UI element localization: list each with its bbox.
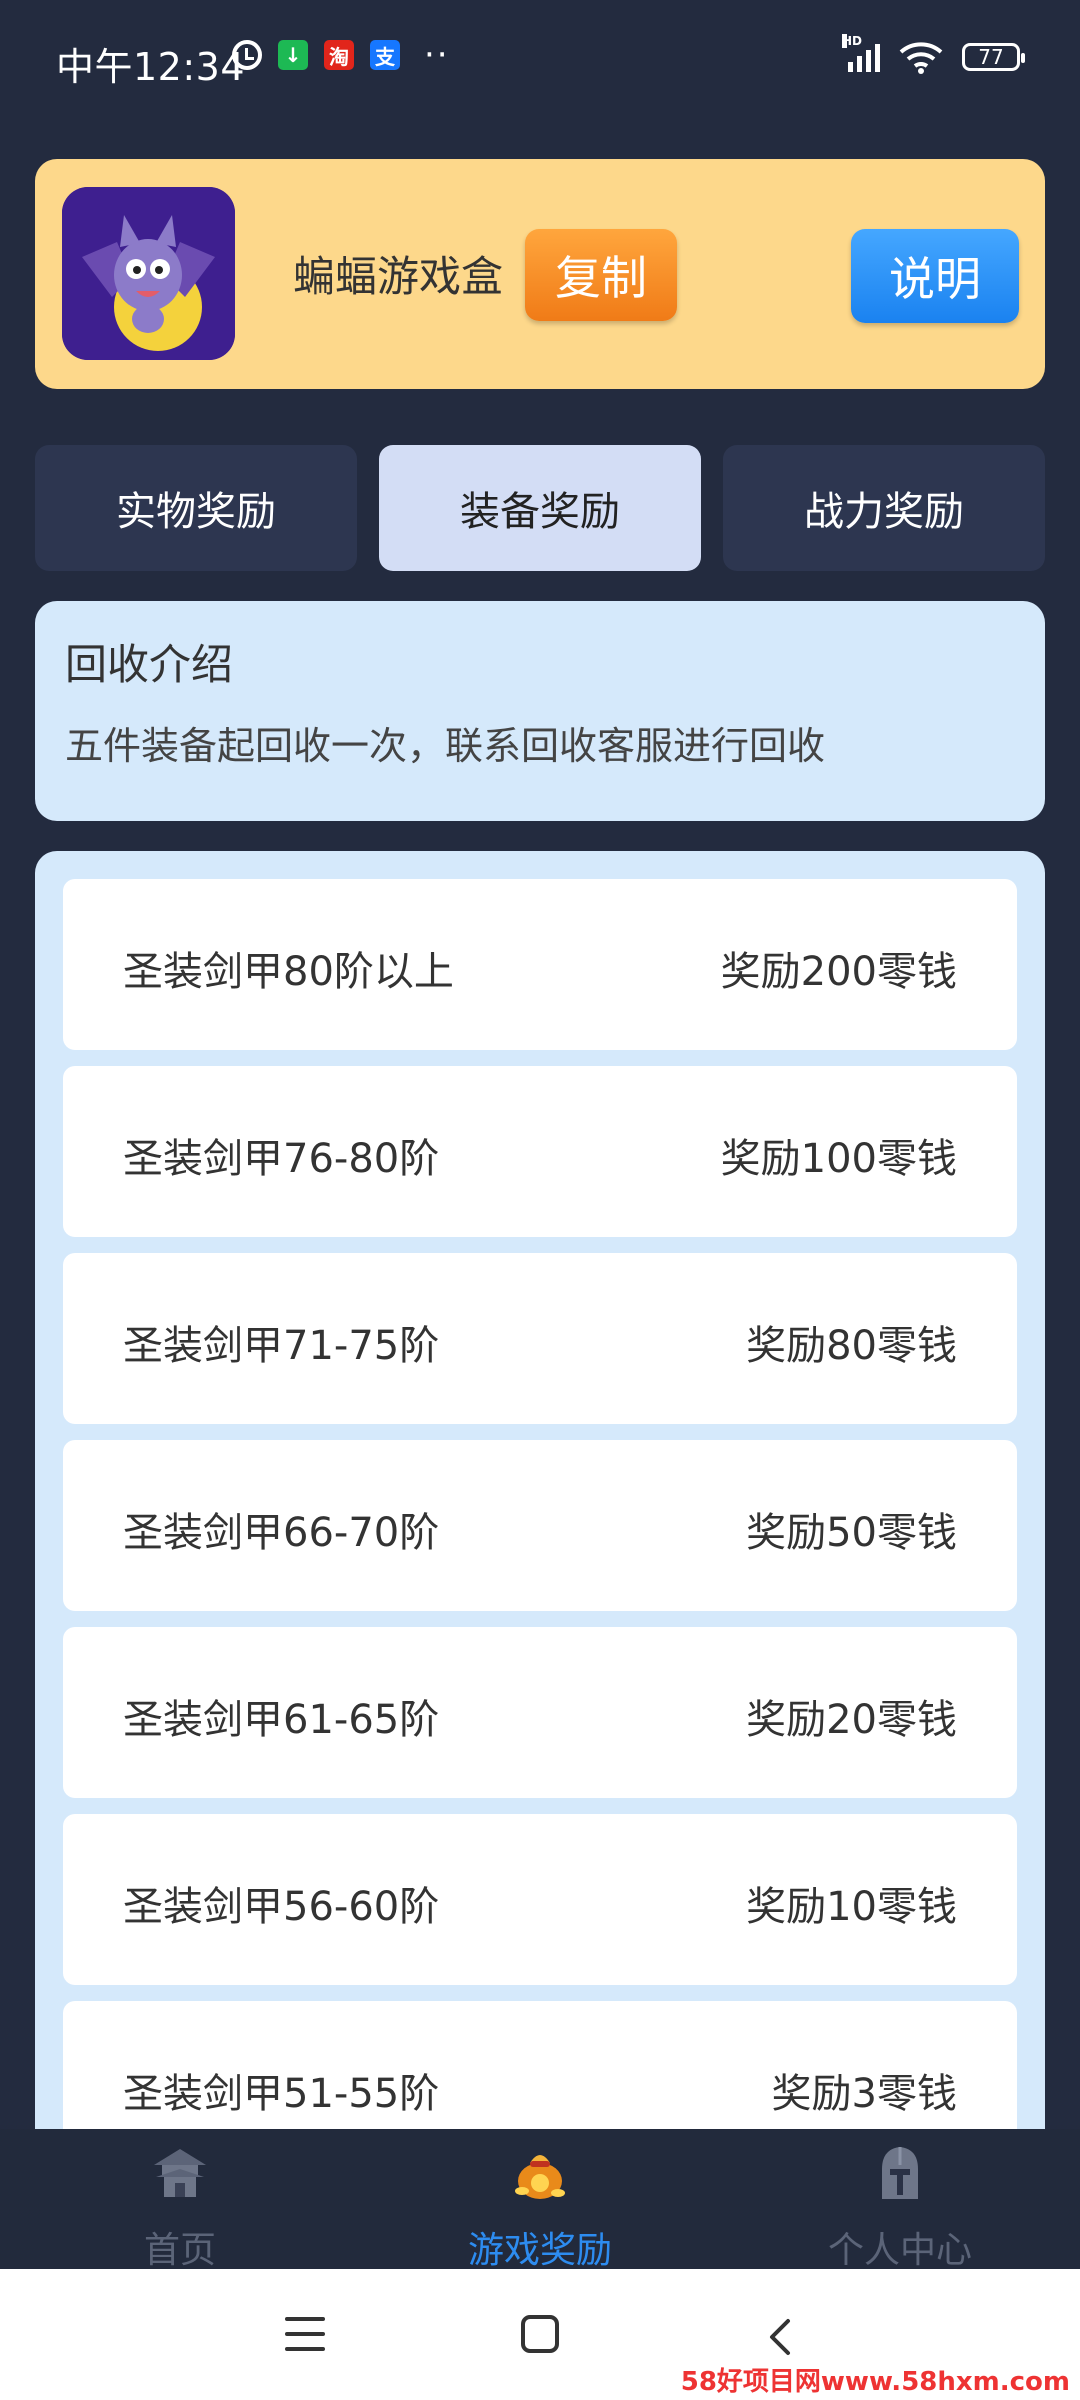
alarm-icon [232, 40, 262, 70]
reward-name: 圣装剑甲61-65阶 [123, 1697, 440, 1743]
helmet-icon [882, 2147, 918, 2199]
nav-profile[interactable]: 个人中心 [720, 2129, 1080, 2271]
bottom-nav: 首页 游戏奖励 个人中心 [0, 2129, 1080, 2271]
reward-row[interactable]: 圣装剑甲66-70阶 奖励50零钱 [63, 1440, 1017, 1611]
nav-profile-label: 个人中心 [827, 2230, 972, 2271]
back-icon[interactable] [762, 2317, 802, 2357]
nav-game-rewards-label: 游戏奖励 [467, 2230, 612, 2271]
reward-name: 圣装剑甲51-55阶 [123, 2071, 440, 2117]
reward-row[interactable]: 圣装剑甲80阶以上 奖励200零钱 [63, 879, 1017, 1050]
reward-value: 奖励100零钱 [720, 1136, 957, 1182]
reward-name: 圣装剑甲66-70阶 [123, 1510, 440, 1556]
reward-row[interactable]: 圣装剑甲61-65阶 奖励20零钱 [63, 1627, 1017, 1798]
download-icon: ↓ [278, 40, 308, 70]
nav-home-label: 首页 [143, 2230, 216, 2271]
intro-text: 五件装备起回收一次，联系回收客服进行回收 [65, 724, 826, 768]
reward-row[interactable]: 圣装剑甲76-80阶 奖励100零钱 [63, 1066, 1017, 1237]
reward-value: 奖励200零钱 [720, 949, 957, 995]
signal-icon: HD [842, 34, 880, 72]
copy-button[interactable]: 复制 [525, 229, 677, 321]
reward-value: 奖励50零钱 [746, 1510, 957, 1556]
reward-list-panel[interactable]: 圣装剑甲80阶以上 奖励200零钱 圣装剑甲76-80阶 奖励100零钱 圣装剑… [35, 851, 1045, 2151]
reward-value: 奖励10零钱 [746, 1884, 957, 1930]
reward-name: 圣装剑甲80阶以上 [123, 949, 454, 995]
status-notification-icons: ↓ 淘 支 ·· [232, 35, 450, 75]
reward-value: 奖励80零钱 [746, 1323, 957, 1369]
money-bag-icon [515, 2155, 565, 2199]
home-icon[interactable] [521, 2315, 559, 2353]
tab-power-rewards[interactable]: 战力奖励 [723, 445, 1045, 571]
reward-row[interactable]: 圣装剑甲56-60阶 奖励10零钱 [63, 1814, 1017, 1985]
status-bar: 中午12:34 ↓ 淘 支 ·· HD 77 [0, 0, 1080, 100]
app-header-card: 蝙蝠游戏盒 复制 说明 [35, 159, 1045, 389]
wifi-icon [899, 42, 943, 74]
battery-icon: 77 [962, 43, 1025, 71]
reward-name: 圣装剑甲71-75阶 [123, 1323, 440, 1369]
reward-row[interactable]: 圣装剑甲71-75阶 奖励80零钱 [63, 1253, 1017, 1424]
nav-home[interactable]: 首页 [0, 2129, 360, 2271]
reward-name: 圣装剑甲56-60阶 [123, 1884, 440, 1930]
tab-physical-rewards[interactable]: 实物奖励 [35, 445, 357, 571]
watermark: 58好项目网www.58hxm.com [680, 2367, 1070, 2397]
hd-label: HD [842, 34, 863, 48]
tab-equipment-rewards[interactable]: 装备奖励 [379, 445, 701, 571]
alipay-icon: 支 [370, 40, 400, 70]
taobao-icon: 淘 [324, 40, 354, 70]
reward-name: 圣装剑甲76-80阶 [123, 1136, 440, 1182]
reward-value: 奖励3零钱 [771, 2071, 957, 2117]
pagoda-icon [154, 2149, 206, 2197]
recent-apps-icon[interactable] [285, 2317, 325, 2351]
reward-tabs: 实物奖励 装备奖励 战力奖励 [35, 445, 1045, 571]
system-nav-bar: 58好项目网www.58hxm.com [0, 2269, 1080, 2400]
help-button[interactable]: 说明 [851, 229, 1019, 323]
nav-game-rewards[interactable]: 游戏奖励 [360, 2129, 720, 2271]
bat-logo-icon [62, 187, 235, 360]
status-system-icons: HD 77 [842, 34, 1025, 74]
status-time: 中午12:34 [56, 45, 246, 89]
reward-value: 奖励20零钱 [746, 1697, 957, 1743]
app-name: 蝙蝠游戏盒 [293, 252, 504, 301]
intro-title: 回收介绍 [65, 640, 234, 689]
more-notifications-icon: ·· [424, 35, 450, 75]
recycle-intro-card: 回收介绍 五件装备起回收一次，联系回收客服进行回收 [35, 601, 1045, 821]
reward-list: 圣装剑甲80阶以上 奖励200零钱 圣装剑甲76-80阶 奖励100零钱 圣装剑… [63, 879, 1017, 2151]
